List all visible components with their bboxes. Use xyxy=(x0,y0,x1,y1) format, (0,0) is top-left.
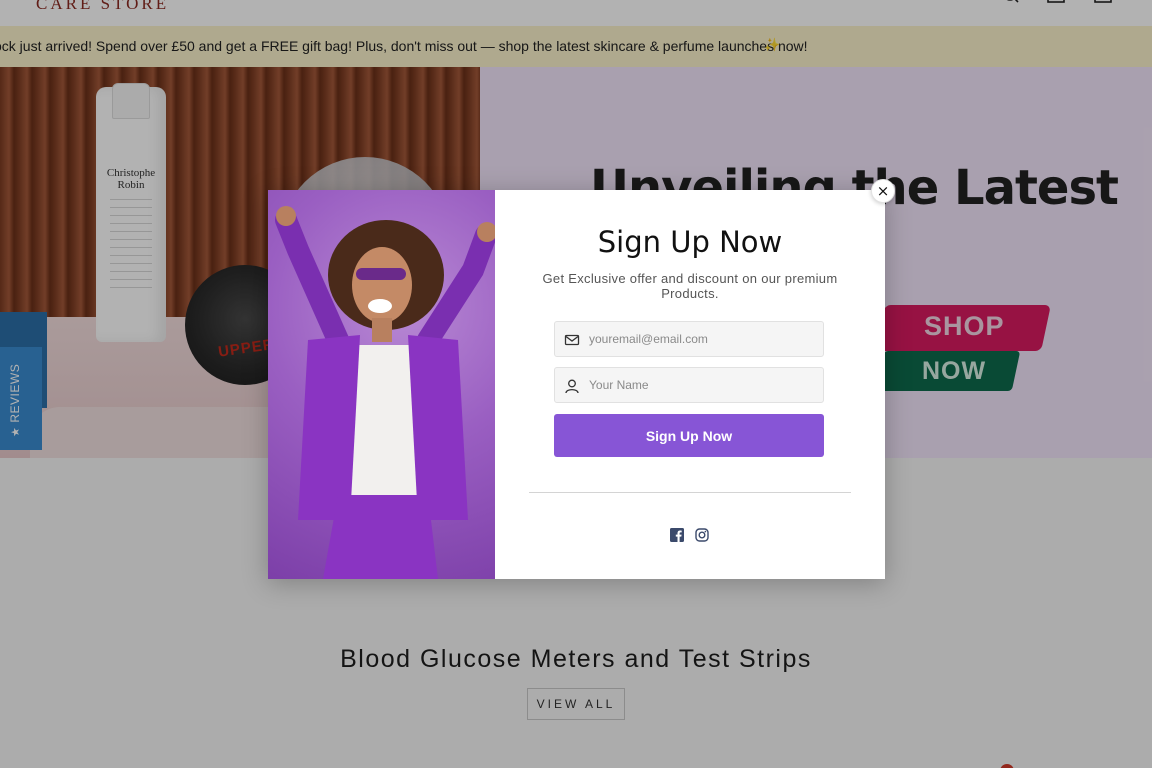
envelope-icon xyxy=(564,332,580,348)
email-input[interactable] xyxy=(589,322,819,356)
popup-close-button[interactable]: × xyxy=(871,179,895,203)
signup-popup: Sign Up Now Get Exclusive offer and disc… xyxy=(268,190,885,579)
popup-subtitle: Get Exclusive offer and discount on our … xyxy=(542,271,838,301)
email-field[interactable] xyxy=(554,321,824,357)
signup-submit-button[interactable]: Sign Up Now xyxy=(554,414,824,457)
popup-divider xyxy=(529,492,851,493)
name-field[interactable] xyxy=(554,367,824,403)
user-icon xyxy=(564,378,580,394)
popup-title: Sign Up Now xyxy=(597,225,783,259)
instagram-icon[interactable] xyxy=(695,528,709,542)
name-input[interactable] xyxy=(589,368,819,402)
facebook-icon[interactable] xyxy=(670,528,684,542)
popup-model-photo xyxy=(268,190,495,579)
